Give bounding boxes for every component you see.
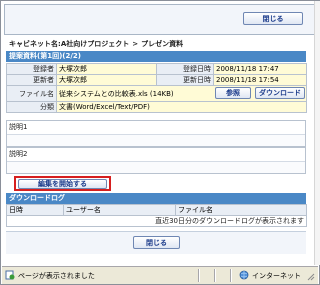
proposal-header: 提案資料(第1回)(2/2) (6, 51, 306, 62)
updater-label: 更新者 (6, 74, 57, 86)
registered-at-label: 登録日時 (156, 63, 214, 75)
status-divider-1 (198, 269, 200, 282)
status-bar: ページが表示されました インターネット (2, 266, 318, 284)
popup-window: 閉じる キャビネット名:A社向けプロジェクト > プレゼン資料 提案資料(第1回)(… (0, 0, 320, 285)
status-divider-2 (214, 269, 216, 282)
filename-value: 従来システムとの比較表.xls (14KB) (59, 89, 174, 98)
cabinet-label: キャビネット名: (9, 40, 61, 48)
updated-at-value: 2008/11/18 17:54 (213, 74, 307, 86)
top-close-button[interactable]: 閉じる (243, 12, 303, 25)
registered-at-value: 2008/11/18 17:47 (213, 63, 307, 75)
folder-name: プレゼン資料 (141, 40, 184, 48)
window-scroll-edge (314, 1, 320, 265)
bottom-close-button[interactable]: 閉じる (133, 236, 180, 249)
download-log-table: 日時 ユーザー名 ファイル名 直近30日分のダウンロードログが表示されます (6, 204, 307, 227)
internet-zone-icon (239, 270, 249, 282)
description-2-body (7, 161, 305, 173)
download-log-header: ダウンロードログ (6, 193, 306, 204)
log-col-user: ユーザー名 (63, 204, 176, 216)
zone-text: インターネット (252, 271, 301, 280)
status-page-cell: ページが表示されました (5, 269, 95, 282)
status-text: ページが表示されました (18, 271, 95, 280)
category-label: 分類 (6, 101, 57, 113)
log-empty-message: 直近30日分のダウンロードログが表示されます (6, 215, 307, 227)
filename-cell: 従来システムとの比較表.xls (14KB) 参照 ダウンロード (56, 85, 307, 102)
description-2-box: 説明2 (6, 147, 306, 174)
resize-grip-icon[interactable] (305, 269, 315, 282)
log-col-filename: ファイル名 (175, 204, 307, 216)
registrant-value: 大塚次郎 (56, 63, 157, 75)
status-zone-cell: インターネット (239, 269, 301, 282)
top-toolbar: 閉じる (4, 4, 316, 35)
description-1-body (7, 134, 305, 146)
download-button[interactable]: ダウンロード (255, 87, 305, 99)
page-loaded-icon (5, 270, 15, 282)
start-edit-button[interactable]: 編集を開始する (18, 178, 107, 189)
registrant-label: 登録者 (6, 63, 57, 75)
proposal-info-table: 登録者 大塚次郎 登録日時 2008/11/18 17:47 更新者 大塚次郎 … (6, 63, 307, 113)
updater-value: 大塚次郎 (56, 74, 157, 86)
category-value: 文書(Word/Excel/Text/PDF) (56, 101, 307, 113)
filename-label: ファイル名 (6, 85, 57, 102)
updated-at-label: 更新日時 (156, 74, 214, 86)
edit-highlight: 編集を開始する (14, 176, 111, 191)
status-divider-3 (230, 269, 232, 282)
description-1-box: 説明1 (6, 120, 306, 147)
log-col-datetime: 日時 (6, 204, 64, 216)
cabinet-name: A社向けプロジェクト (60, 40, 130, 48)
bottom-toolbar: 閉じる (6, 231, 306, 254)
breadcrumb: キャビネット名:A社向けプロジェクト > プレゼン資料 (9, 39, 309, 49)
breadcrumb-separator: > (132, 40, 139, 48)
description-1-label: 説明1 (9, 123, 28, 131)
browse-button[interactable]: 参照 (215, 87, 251, 99)
description-2-label: 説明2 (9, 150, 28, 158)
